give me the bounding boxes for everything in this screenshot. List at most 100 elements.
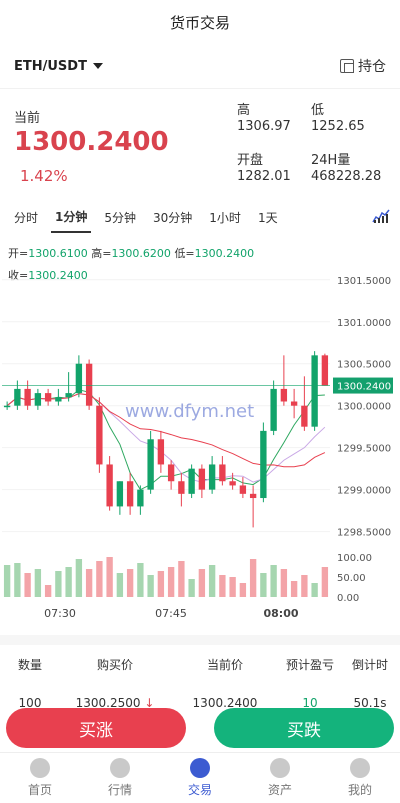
y-tick-label: 1301.5000	[337, 276, 391, 287]
y-tick-label: 1300.5000	[337, 360, 391, 371]
tab-time[interactable]: 分时	[10, 203, 42, 232]
volume-bar	[208, 565, 216, 597]
volume-bar	[229, 577, 236, 597]
candle-body	[260, 430, 267, 499]
depth-chart-icon[interactable]	[372, 209, 390, 223]
volume-bar	[55, 571, 62, 597]
volume-bar	[3, 565, 11, 597]
candle-body	[219, 464, 226, 482]
candle-body	[188, 468, 195, 494]
volume-bar	[147, 575, 154, 597]
nav-mine[interactable]: 我的	[320, 753, 400, 803]
high-label: 高	[237, 103, 251, 118]
volume-bar	[126, 569, 134, 597]
home-icon	[30, 758, 50, 778]
nav-home-label: 首页	[27, 783, 52, 797]
candlestick-svg: 1301.5000 1301.0000 1300.5000 1300.0000 1299…	[2, 276, 393, 620]
current-price: 1300.2400	[14, 127, 169, 157]
candle-body	[3, 405, 11, 408]
pair-bar: ETH/USDT 持仓	[0, 44, 400, 89]
candle-body	[198, 468, 206, 490]
candle-body	[229, 481, 236, 486]
buy-up-button[interactable]: 买涨	[6, 708, 186, 748]
nav-home[interactable]: 首页	[0, 753, 80, 803]
volume-tick-label: 0.00	[337, 593, 359, 604]
nav-mine-label: 我的	[347, 783, 372, 797]
y-tick-label: 1300.0000	[337, 402, 391, 413]
high-value: 1306.97	[237, 119, 291, 134]
nav-assets-label: 资产	[267, 783, 292, 797]
volume-bar	[24, 573, 31, 597]
candle-body	[178, 481, 185, 494]
tab-5min[interactable]: 5分钟	[100, 203, 140, 232]
market-icon	[110, 758, 130, 778]
volume-bar	[106, 557, 113, 597]
candle-body	[75, 363, 83, 394]
pair-selector[interactable]: ETH/USDT	[14, 59, 103, 74]
nav-trade[interactable]: 交易	[160, 753, 240, 803]
candle-body	[55, 397, 62, 402]
interval-tabs: 分时 1分钟 5分钟 30分钟 1小时 1天	[0, 199, 400, 235]
candle-body	[65, 393, 72, 398]
volume-bar	[321, 567, 329, 597]
volume-bar	[137, 563, 144, 597]
volume-bar	[219, 575, 226, 597]
col-buy-price: 购买价	[96, 657, 133, 672]
volume-bar	[96, 561, 103, 597]
current-label: 当前	[14, 111, 41, 126]
candle-body	[301, 405, 308, 427]
volume-label: 24H量	[311, 153, 351, 168]
nav-trade-label: 交易	[187, 783, 212, 797]
volume-bar	[34, 569, 42, 597]
kline-chart[interactable]: 开=1300.6100 高=1300.6200 低=1300.2400 收=13…	[0, 235, 400, 635]
volume-bar	[75, 559, 83, 597]
candle-body	[106, 464, 113, 507]
candle-body	[137, 489, 144, 507]
candle-body	[24, 388, 31, 406]
candle-body	[44, 393, 52, 402]
nav-assets[interactable]: 资产	[240, 753, 320, 803]
candle-body	[116, 481, 124, 507]
candle-body	[167, 464, 175, 482]
y-tick-label: 1301.0000	[337, 318, 391, 329]
pair-label: ETH/USDT	[14, 58, 87, 74]
candle-body	[157, 439, 165, 465]
price-stats: 当前 1300.2400 1.42% 高 1306.97 低 1252.65 开…	[0, 89, 400, 199]
copy-icon	[340, 59, 354, 73]
page-title: 货币交易	[169, 13, 230, 32]
volume-bar	[311, 583, 318, 597]
buy-down-button[interactable]: 买跌	[214, 708, 394, 748]
volume-bar	[198, 569, 206, 597]
candle-body	[290, 401, 298, 406]
candle-body	[96, 405, 103, 465]
tab-30min[interactable]: 30分钟	[149, 203, 196, 232]
y-tick-label: 1299.5000	[337, 444, 391, 455]
x-tick-label: 07:30	[44, 607, 76, 620]
candle-body	[280, 388, 288, 402]
volume-bar	[249, 559, 257, 597]
volume-bar	[188, 579, 195, 597]
candle-body	[85, 363, 93, 406]
position-button[interactable]: 持仓	[340, 56, 386, 76]
candle-body	[311, 355, 318, 427]
volume-tick-label: 100.00	[337, 553, 372, 564]
volume-tick-label: 50.00	[337, 573, 366, 584]
open-label: 开盘	[237, 153, 264, 168]
candle-body	[321, 355, 329, 386]
user-icon	[350, 758, 370, 778]
chevron-down-icon	[92, 63, 103, 69]
candle-body	[208, 464, 216, 490]
candle-body	[270, 388, 277, 431]
nav-market[interactable]: 行情	[80, 753, 160, 803]
y-tick-label: 1298.5000	[337, 528, 391, 539]
volume-bar	[239, 583, 247, 597]
y-tick-label: 1299.0000	[337, 486, 391, 497]
nav-market-label: 行情	[107, 783, 132, 797]
tab-1min[interactable]: 1分钟	[51, 202, 92, 233]
volume-bar	[65, 567, 72, 597]
tab-1day[interactable]: 1天	[254, 203, 282, 232]
trade-buttons: 买涨 买跌	[0, 708, 400, 752]
tab-1hour[interactable]: 1小时	[205, 203, 245, 232]
volume-bar	[157, 571, 165, 597]
orders-table-header: 数量 购买价 当前价 预计盈亏 倒计时	[0, 635, 400, 683]
